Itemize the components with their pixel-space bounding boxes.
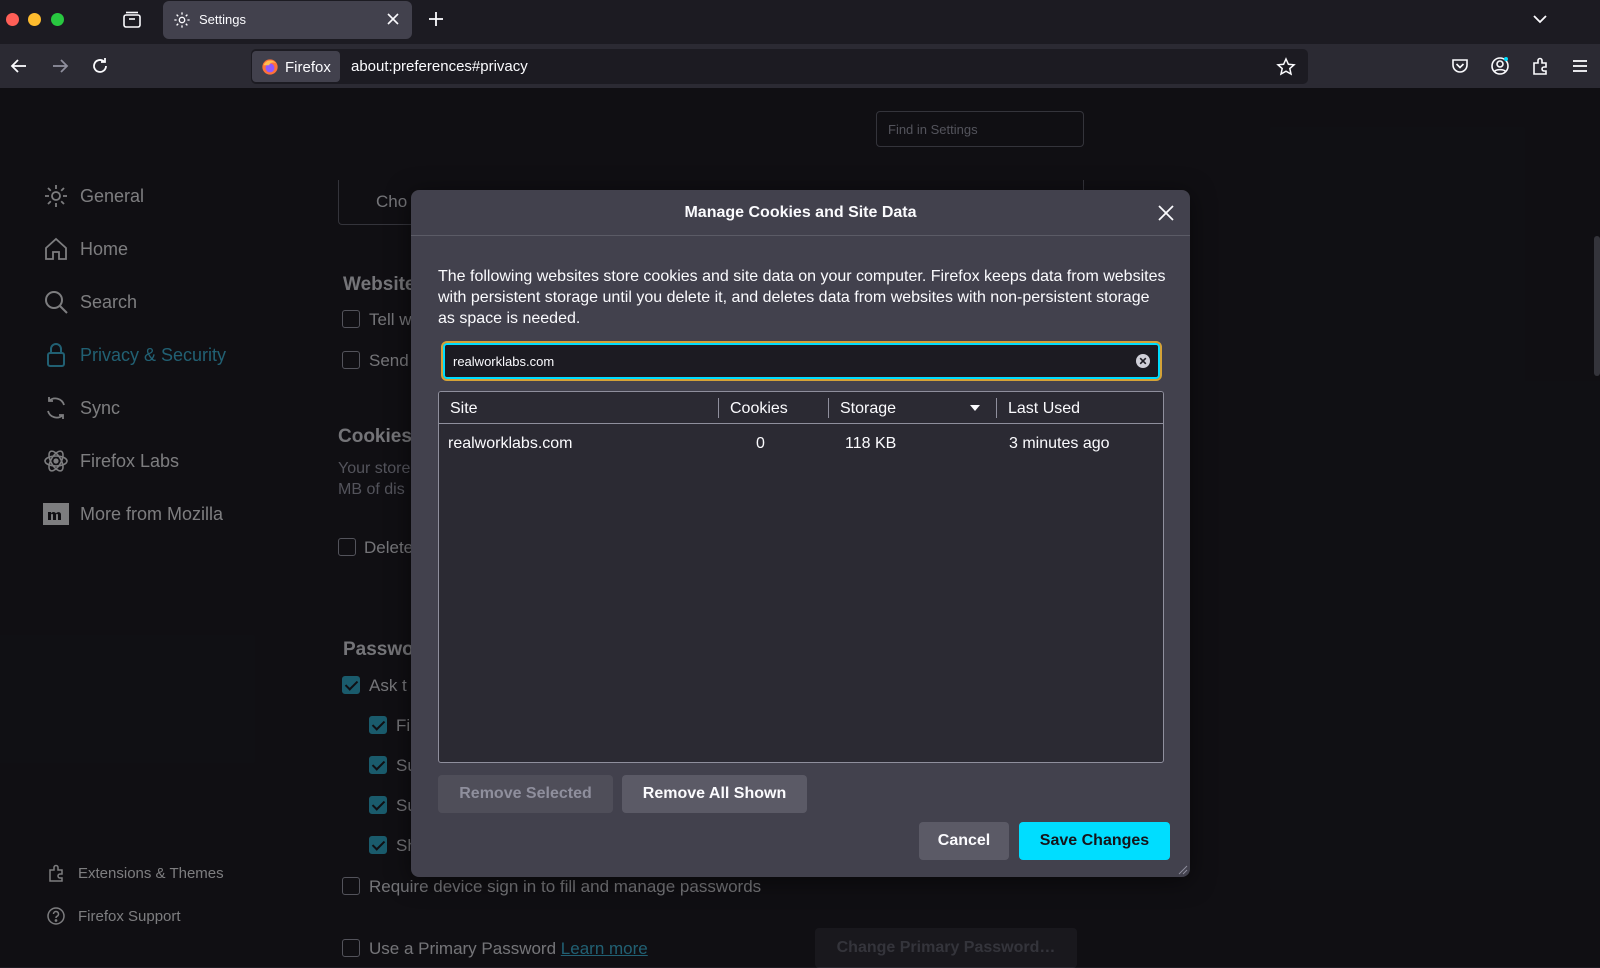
identity-label: Firefox [285,59,331,76]
column-header-last-used[interactable]: Last Used [1008,400,1080,418]
column-header-storage[interactable]: Storage [840,400,896,418]
column-separator[interactable] [996,398,997,418]
chevron-down-icon[interactable] [1531,10,1549,28]
column-header-cookies[interactable]: Cookies [730,400,788,418]
column-separator[interactable] [828,398,829,418]
extensions-icon[interactable] [1530,56,1550,76]
dialog-description: The following websites store cookies and… [438,268,1166,327]
site-search-field[interactable] [441,341,1162,381]
cell-last-used: 3 minutes ago [1009,435,1110,452]
close-icon[interactable] [1155,202,1177,224]
firefox-view-icon[interactable] [122,10,142,30]
save-changes-button[interactable]: Save Changes [1019,822,1170,860]
tab-title: Settings [199,12,246,27]
pocket-icon[interactable] [1450,56,1470,76]
firefox-logo-icon [262,59,278,75]
window-minimize-button[interactable] [28,13,41,26]
forward-arrow-icon[interactable] [50,56,70,76]
column-separator[interactable] [718,398,719,418]
table-header: Site Cookies Storage Last Used [439,392,1163,424]
close-icon[interactable] [384,10,402,28]
window-close-button[interactable] [6,13,19,26]
tab-settings[interactable]: Settings [163,1,412,39]
dialog-title: Manage Cookies and Site Data [684,204,917,221]
cell-site: realworklabs.com [448,435,573,452]
sort-descending-icon [970,405,980,411]
manage-cookies-dialog: Manage Cookies and Site Data The followi… [411,190,1190,877]
new-tab-icon[interactable] [426,9,446,29]
menu-icon[interactable] [1570,56,1590,76]
cell-cookies: 0 [756,435,765,452]
resize-grip-icon[interactable] [1176,863,1188,875]
nav-bar: Firefox about:preferences#privacy [0,44,1600,88]
sites-table[interactable]: Site Cookies Storage Last Used realworkl… [438,391,1164,763]
url-text[interactable]: about:preferences#privacy [351,58,528,75]
cell-storage: 118 KB [845,435,897,452]
bookmark-star-icon[interactable] [1276,57,1296,77]
reload-icon[interactable] [90,56,110,76]
clear-search-icon[interactable] [1135,353,1151,369]
site-search-input[interactable] [453,351,1113,371]
dialog-header: Manage Cookies and Site Data [411,190,1190,236]
identity-box[interactable]: Firefox [252,51,340,82]
column-header-site[interactable]: Site [450,400,478,418]
cancel-button[interactable]: Cancel [919,822,1009,860]
tab-strip: Settings [0,0,1600,40]
table-row[interactable]: realworklabs.com 0 118 KB 3 minutes ago [439,425,1163,463]
remove-all-shown-button[interactable]: Remove All Shown [622,775,807,813]
window-maximize-button[interactable] [51,13,64,26]
gear-icon [174,12,190,28]
account-icon[interactable] [1490,56,1510,76]
back-arrow-icon[interactable] [9,56,29,76]
url-bar[interactable]: Firefox about:preferences#privacy [251,49,1308,84]
remove-selected-button[interactable]: Remove Selected [438,775,613,813]
